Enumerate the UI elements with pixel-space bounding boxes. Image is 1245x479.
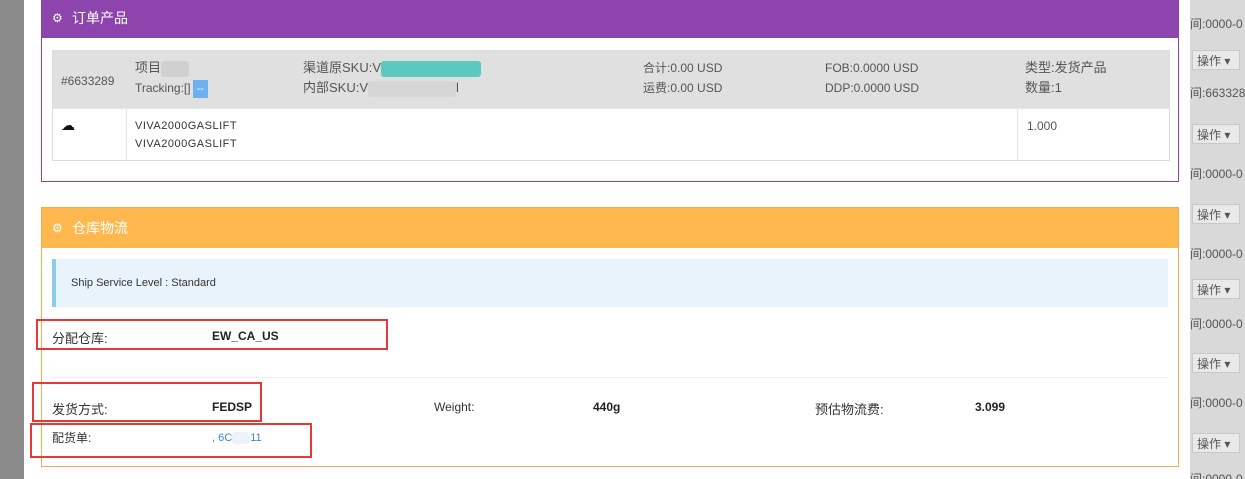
bg-time-label: 间:6633289: [1190, 86, 1245, 100]
line-item-qty: 1.000: [1027, 119, 1058, 133]
est-fee-label: 预估物流费:: [815, 402, 884, 417]
item-label-wrap: 项目: [135, 58, 190, 78]
picklist-value[interactable]: , 6C 11: [212, 430, 262, 444]
shipping-fee: 运费:0.00 USD: [643, 81, 723, 95]
warehouse-label: 分配仓库:: [52, 331, 108, 346]
product-line-row: ☁ VIVA2000GASLIFT VIVA2000GASLIFT 1.000: [53, 108, 1169, 160]
background-order-list: 间:0000-0 操作 ▾ 间:6633289 操作 ▾ 间:0000-0 操作…: [1190, 0, 1245, 479]
weight-value: 440g: [593, 400, 621, 414]
picklist-link[interactable]: , 6C: [212, 432, 232, 444]
total-amount: 合计:0.00 USD: [643, 61, 723, 75]
column-divider: [1017, 109, 1018, 160]
divider: [52, 377, 1168, 378]
bg-operate-button[interactable]: 操作 ▾: [1192, 204, 1240, 224]
bg-operate-button[interactable]: 操作 ▾: [1192, 279, 1240, 299]
internal-sku-label: 内部SKU:: [303, 80, 360, 95]
tracking-wrap: Tracking:[] --: [135, 78, 208, 98]
source-sku-label: 渠道原SKU:: [303, 60, 373, 75]
bg-operate-button[interactable]: 操作 ▾: [1192, 353, 1240, 373]
bg-operate-button[interactable]: 操作 ▾: [1192, 124, 1240, 144]
internal-sku-suffix: l: [456, 80, 459, 95]
source-sku-prefix: V: [372, 60, 382, 75]
order-products-header: ⚙ 订单产品: [42, 0, 1178, 38]
bg-time-label: 间:0000-0: [1190, 396, 1243, 410]
item-label: 项目: [135, 60, 162, 75]
order-products-title: 订单产品: [72, 10, 128, 26]
bg-time-label: 间:0000-0: [1190, 317, 1243, 331]
ship-service-info: Ship Service Level : Standard: [52, 259, 1168, 307]
internal-sku: 内部SKU:V l: [303, 78, 459, 98]
bg-time-label: 间:0000-0: [1190, 167, 1243, 181]
redacted-mask: [381, 60, 482, 77]
ddp-amount: DDP:0.0000 USD: [825, 81, 920, 95]
product-type: 类型:发货产品: [1025, 60, 1107, 75]
product-quantity: 数量:1: [1025, 80, 1062, 95]
source-sku: 渠道原SKU:V: [303, 58, 482, 78]
warehouse-value: EW_CA_US: [212, 329, 279, 343]
cloud-icon[interactable]: ☁: [61, 115, 75, 135]
bg-time-label: 间:0000-0: [1190, 472, 1243, 479]
ship-method-value: FEDSP: [212, 400, 253, 414]
bg-operate-button[interactable]: 操作 ▾: [1192, 433, 1240, 453]
bg-operate-button[interactable]: 操作 ▾: [1192, 50, 1240, 70]
order-products-panel: ⚙ 订单产品 #6633289 项目 Tracking:[] -- 渠道原SKU:…: [41, 0, 1179, 182]
gears-icon: ⚙: [52, 11, 63, 25]
warehouse-logistics-title: 仓库物流: [72, 220, 128, 236]
redacted-mask: [232, 431, 251, 444]
redacted-mask: [368, 80, 457, 97]
weight-label: Weight:: [434, 400, 475, 414]
order-detail-modal: ⚙ 订单产品 #6633289 项目 Tracking:[] -- 渠道原SKU:…: [24, 0, 1190, 479]
internal-sku-prefix: V: [359, 80, 369, 95]
line-item-name-2: VIVA2000GASLIFT: [135, 138, 238, 150]
est-fee-value: 3.099: [975, 400, 1006, 414]
picklist-link-suffix[interactable]: 11: [250, 432, 261, 444]
tracking-button[interactable]: --: [192, 80, 208, 98]
bg-time-label: 间:0000-0: [1190, 17, 1243, 31]
order-number: #6633289: [61, 74, 115, 88]
gears-icon: ⚙: [52, 221, 63, 235]
line-item-name-1: VIVA2000GASLIFT: [135, 120, 238, 132]
fob-amount: FOB:0.0000 USD: [825, 61, 919, 75]
picklist-label: 配货单:: [52, 431, 92, 445]
bg-time-label: 间:0000-0: [1190, 247, 1243, 261]
warehouse-logistics-header: ⚙ 仓库物流: [42, 208, 1178, 248]
ship-method-label: 发货方式:: [52, 402, 108, 417]
redacted-mask: [161, 60, 190, 77]
warehouse-logistics-panel: ⚙ 仓库物流 Ship Service Level : Standard 分配仓…: [30, 207, 1179, 467]
tracking-label: Tracking:[]: [135, 81, 191, 95]
column-divider: [126, 109, 127, 160]
product-table: #6633289 项目 Tracking:[] -- 渠道原SKU:V 内部SKU…: [52, 50, 1170, 161]
product-summary-row: #6633289 项目 Tracking:[] -- 渠道原SKU:V 内部SKU…: [53, 51, 1169, 108]
